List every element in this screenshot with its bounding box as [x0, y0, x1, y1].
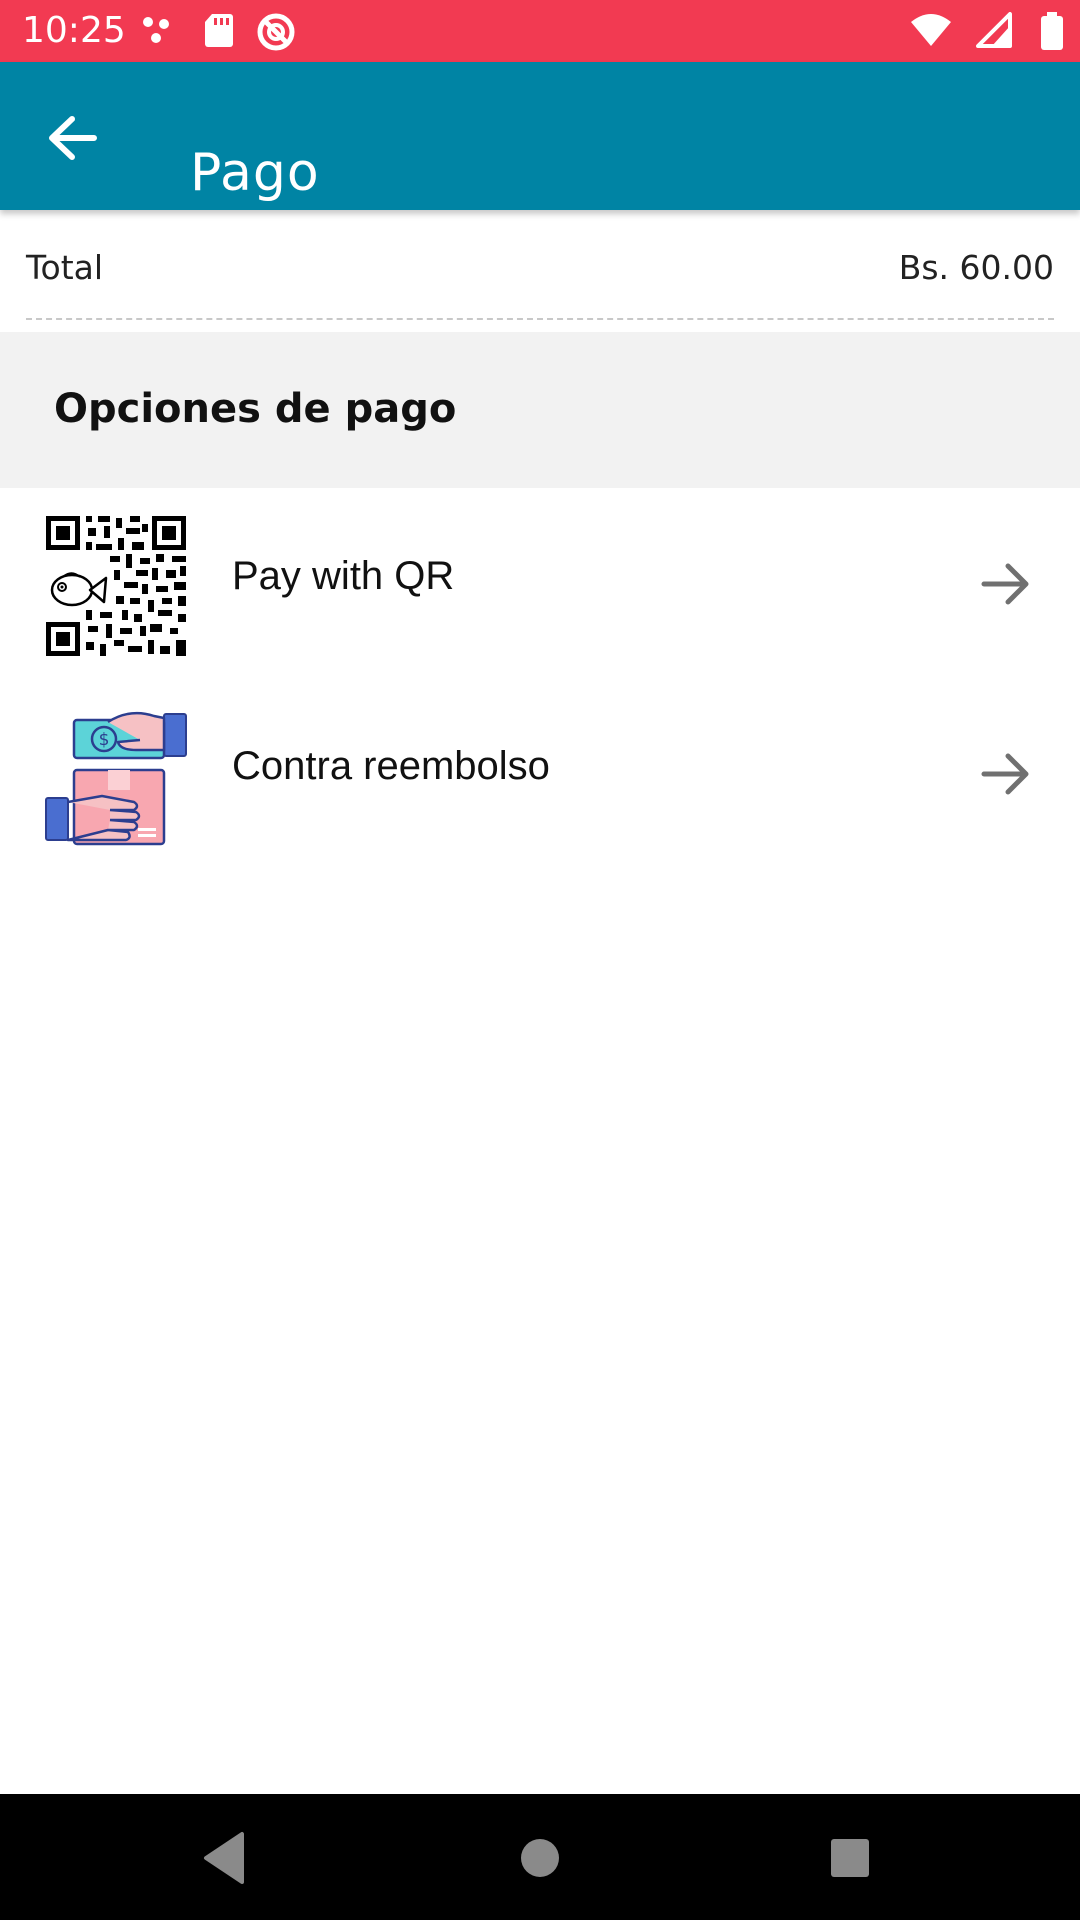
recents-square-icon[interactable] — [820, 1828, 880, 1888]
status-time: 10:25 — [22, 10, 126, 51]
arrow-forward-icon — [981, 563, 1029, 605]
signal-icon — [976, 12, 1012, 48]
wifi-icon — [911, 14, 951, 46]
total-label: Total — [26, 248, 104, 287]
system-nav-bar — [0, 1794, 1080, 1920]
arrow-forward-icon — [981, 753, 1029, 795]
app-bar: Pago — [0, 62, 1080, 210]
cash-on-delivery-icon: $ — [45, 711, 187, 846]
arrow-back-icon — [49, 116, 97, 160]
option-label: Contra reembolso — [232, 744, 550, 788]
status-bar: 10:25 — [0, 0, 1080, 62]
battery-icon — [1041, 12, 1063, 50]
total-value: Bs. 60.00 — [898, 248, 1054, 287]
total-row: Total Bs. 60.00 — [26, 238, 1054, 320]
no-disturb-icon — [257, 13, 295, 51]
page-title: Pago — [190, 142, 320, 203]
sd-card-icon — [205, 14, 233, 47]
payment-options-header: Opciones de pago — [0, 332, 1080, 488]
back-button[interactable] — [36, 102, 108, 174]
option-label: Pay with QR — [232, 554, 455, 598]
qr-code-icon — [44, 514, 188, 658]
home-circle-icon[interactable] — [510, 1828, 570, 1888]
payment-option-cash-on-delivery[interactable]: $ Contra reembolso — [0, 680, 1080, 866]
section-title: Opciones de pago — [54, 386, 457, 432]
back-triangle-icon[interactable] — [196, 1828, 256, 1888]
dots-icon — [143, 17, 169, 43]
svg-text:$: $ — [99, 730, 110, 750]
payment-option-qr[interactable]: Pay with QR — [0, 490, 1080, 676]
